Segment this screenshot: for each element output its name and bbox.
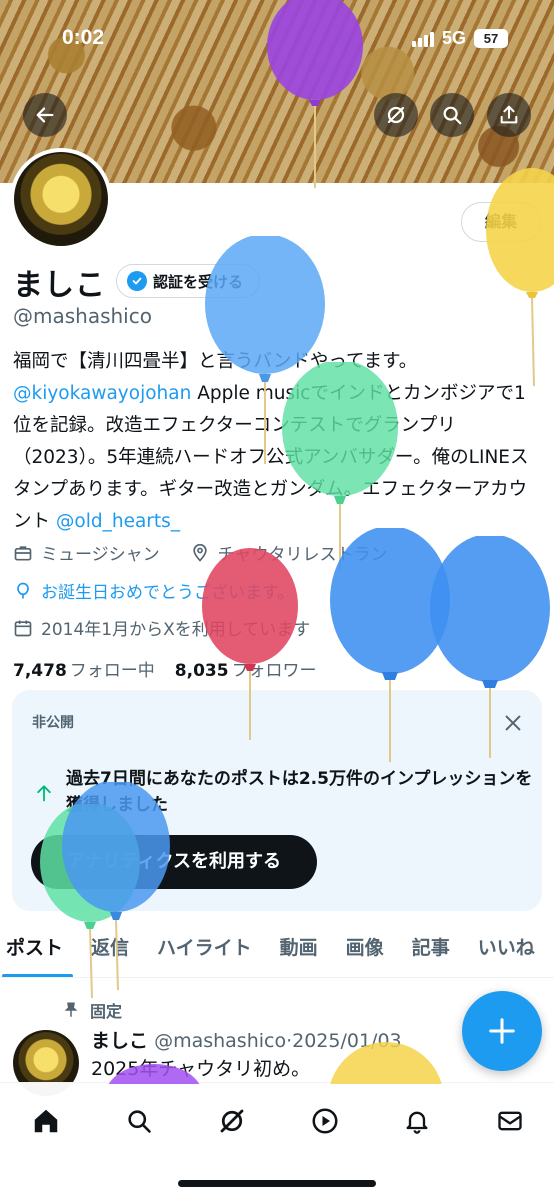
video-icon (312, 1108, 338, 1134)
grok-icon (220, 1109, 244, 1133)
profile-location: チャウタリレストラン (217, 545, 388, 565)
status-bar: 0:02 5G 57 (0, 26, 554, 56)
profile-tabs: ポスト 返信 ハイライト 動画 画像 記事 いいね (0, 920, 554, 978)
joined-date: 2014年1月からXを利用しています (41, 620, 311, 640)
signal-icon (411, 31, 434, 47)
followers-link[interactable]: 8,035 フォロワー (175, 656, 317, 681)
tab-photos[interactable]: 画像 (332, 920, 398, 977)
nav-notifications[interactable] (397, 1101, 437, 1141)
calendar-icon (14, 620, 32, 636)
nav-messages[interactable] (490, 1101, 530, 1141)
grok-button[interactable] (374, 93, 418, 137)
network-type: 5G (441, 28, 466, 48)
messages-icon (498, 1111, 522, 1131)
battery-icon: 57 (474, 29, 508, 48)
bio-text: Apple musicでインドとカンボジアで1位を記録。改造エフェクターコンテス… (13, 383, 529, 532)
location-icon (193, 543, 207, 562)
following-label: フォロー中 (69, 661, 155, 681)
plus-icon (489, 1018, 515, 1044)
insight-text: 過去7日間にあなたのポストは2.5万件のインプレッションを獲得しました (66, 769, 533, 815)
tab-likes[interactable]: いいね (464, 920, 549, 977)
briefcase-icon (14, 545, 32, 560)
balloon-icon (17, 582, 29, 598)
share-icon (500, 105, 518, 124)
nav-home[interactable] (26, 1101, 66, 1141)
tab-articles[interactable]: 記事 (398, 920, 464, 977)
profile-avatar[interactable] (10, 148, 112, 250)
post-author[interactable]: ましこ (91, 1030, 148, 1052)
trend-up-arrow-icon (37, 785, 51, 802)
birthday-row[interactable]: お誕生日おめでとうございます。 (13, 578, 294, 603)
home-indicator (178, 1180, 376, 1187)
pinned-indicator: 固定 (62, 998, 122, 1022)
post-handle-date: @mashashico·2025/01/03 (154, 1030, 402, 1052)
profile-handle: @mashashico (13, 304, 152, 328)
profile-bio: 福岡で【清川四畳半】と言うバンドやってます。 @kiyokawayojohan A… (13, 346, 543, 538)
profile-category: ミュージシャン (41, 545, 160, 565)
notifications-icon (406, 1111, 428, 1134)
nav-grok[interactable] (212, 1101, 252, 1141)
search-icon (128, 1110, 151, 1133)
get-verified-label: 認証を受ける (153, 272, 244, 291)
bio-mention-kiyokawayojohan[interactable]: @kiyokawayojohan (13, 383, 191, 404)
bio-text: 福岡で【清川四畳半】と言うバンドやってます。 (13, 351, 418, 372)
nav-search[interactable] (119, 1101, 159, 1141)
private-tag: 非公開 (32, 715, 74, 731)
grok-icon (387, 106, 405, 124)
tab-videos[interactable]: 動画 (266, 920, 332, 977)
following-count: 7,478 (13, 661, 67, 681)
status-time: 0:02 (62, 26, 105, 49)
profile-name: ましこ (13, 268, 106, 303)
profile-meta-row: ミュージシャン チャウタリレストラン (13, 540, 388, 565)
compose-post-button[interactable] (462, 991, 542, 1071)
verified-badge-icon (127, 271, 147, 291)
tab-highlights[interactable]: ハイライト (143, 920, 266, 977)
pin-icon (64, 1002, 78, 1017)
home-icon (34, 1109, 58, 1133)
pinned-label: 固定 (90, 1002, 123, 1021)
followers-label: フォロワー (231, 661, 317, 681)
post-text[interactable]: 2025年チャウタリ初め。 (91, 1054, 310, 1081)
bio-mention-old-hearts[interactable]: @old_hearts_ (56, 511, 180, 532)
back-button[interactable] (23, 93, 67, 137)
status-indicators: 5G 57 (411, 28, 508, 49)
search-icon (443, 106, 462, 125)
analytics-button[interactable]: アナリティクスを利用する (31, 835, 318, 889)
close-icon[interactable] (502, 712, 524, 734)
tab-posts[interactable]: ポスト (0, 920, 77, 977)
share-button[interactable] (487, 93, 531, 137)
follow-counts: 7,478 フォロー中 8,035 フォロワー (13, 656, 317, 681)
followers-count: 8,035 (174, 661, 229, 681)
joined-row: 2014年1月からXを利用しています (13, 615, 310, 640)
nav-video[interactable] (305, 1101, 345, 1141)
search-button[interactable] (430, 93, 474, 137)
get-verified-button[interactable]: 認証を受ける (116, 264, 261, 298)
tab-replies[interactable]: 返信 (77, 920, 143, 977)
birthday-message[interactable]: お誕生日おめでとうございます。 (41, 578, 294, 603)
post-header: ましこ @mashashico·2025/01/03 (91, 1026, 402, 1053)
following-link[interactable]: 7,478 フォロー中 (13, 656, 155, 681)
edit-profile-button[interactable]: 編集 (461, 202, 541, 242)
arrow-left-icon (36, 107, 54, 123)
private-insight-card: 非公開 過去7日間にあなたのポストは2.5万件のインプレッションを獲得しました … (12, 690, 542, 911)
